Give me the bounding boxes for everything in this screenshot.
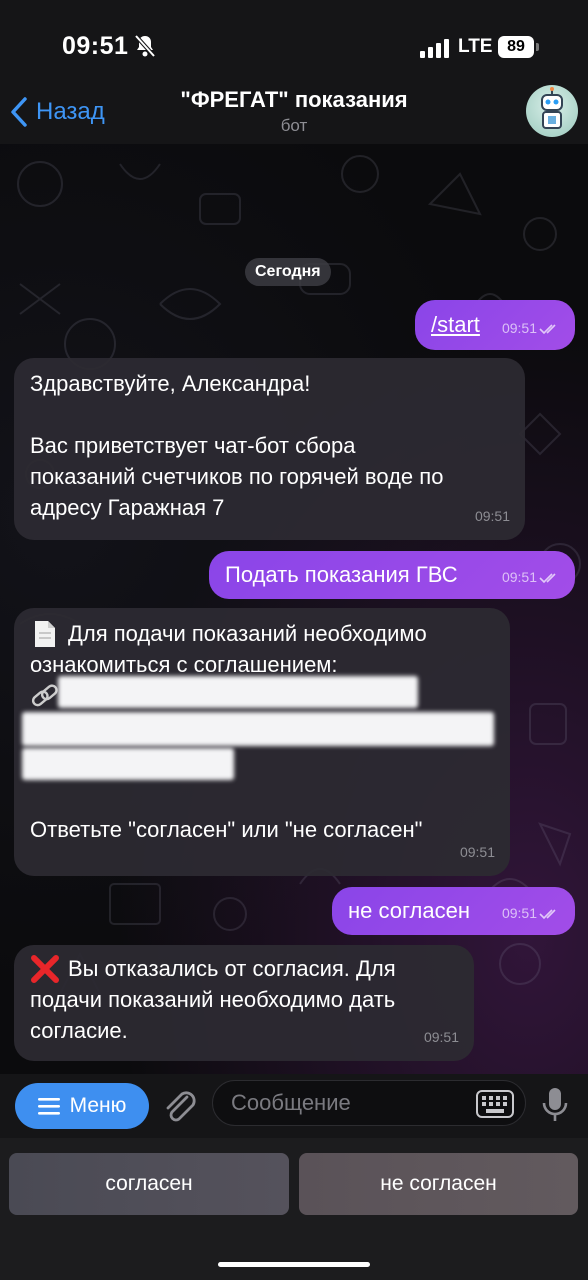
message-meta: 09:51 — [502, 313, 561, 344]
incoming-message[interactable]: Здравствуйте, Александра! Вас приветству… — [14, 358, 525, 540]
message-time: 09:51 — [474, 508, 510, 524]
outgoing-message[interactable]: не согласен 09:51 — [332, 887, 575, 935]
battery-icon — [536, 43, 539, 51]
incoming-message[interactable]: Вы отказались от согласия. Для подачи по… — [14, 945, 474, 1061]
composer-bar: Меню — [0, 1074, 588, 1138]
command-link[interactable]: /start — [431, 309, 480, 340]
redacted-link[interactable] — [22, 712, 494, 746]
message-text: Здравствуйте, Александра! Вас приветству… — [30, 371, 444, 520]
menu-button[interactable]: Меню — [15, 1083, 149, 1129]
status-time: 09:51 — [62, 32, 129, 60]
message-meta: 09:51 — [502, 898, 561, 929]
bell-muted-icon — [134, 34, 156, 58]
chat-title[interactable]: "ФРЕГАТ" показания — [0, 87, 588, 113]
message-time: 09:51 — [459, 844, 495, 860]
message-text: Ответьте "согласен" или "не согласен" — [30, 817, 423, 842]
redacted-link[interactable] — [58, 676, 418, 708]
double-check-icon — [539, 908, 556, 919]
message-meta: 09:51 — [502, 562, 561, 593]
message-time: 09:51 — [501, 905, 537, 921]
outgoing-message[interactable]: /start 09:51 — [415, 300, 575, 350]
signal-icon — [420, 39, 449, 58]
link-icon — [31, 684, 58, 707]
battery-level: 89 — [498, 36, 534, 58]
message-text: Для подачи показаний необходимо ознакоми… — [30, 621, 427, 677]
keyboard-icon[interactable] — [476, 1090, 514, 1118]
message-time: 09:51 — [501, 569, 537, 585]
incoming-message[interactable]: Для подачи показаний необходимо ознакоми… — [14, 608, 510, 876]
chat-header: Назад "ФРЕГАТ" показания бот — [0, 76, 588, 144]
message-text: Вы отказались от согласия. Для подачи по… — [30, 956, 396, 1043]
date-separator: Сегодня — [245, 258, 331, 286]
attach-icon[interactable] — [160, 1088, 198, 1124]
robot-icon — [541, 87, 563, 129]
message-time: 09:51 — [501, 320, 537, 336]
chat-subtitle: бот — [280, 116, 308, 135]
redacted-link[interactable] — [22, 748, 234, 780]
reply-button-agree[interactable]: согласен — [9, 1153, 289, 1215]
message-text: Подать показания ГВС — [225, 562, 458, 587]
network-type: LTE — [458, 36, 493, 57]
outgoing-message[interactable]: Подать показания ГВС 09:51 — [209, 551, 575, 599]
reply-keyboard: согласен не согласен — [0, 1138, 588, 1280]
menu-label: Меню — [69, 1094, 127, 1117]
bot-avatar[interactable] — [526, 85, 578, 137]
message-time: 09:51 — [423, 1029, 459, 1045]
double-check-icon — [539, 323, 556, 334]
home-indicator[interactable] — [218, 1262, 370, 1267]
microphone-icon[interactable] — [540, 1086, 570, 1124]
menu-icon — [37, 1098, 60, 1115]
message-text: не согласен — [348, 898, 470, 923]
reply-button-disagree[interactable]: не согласен — [299, 1153, 578, 1215]
double-check-icon — [539, 572, 556, 583]
